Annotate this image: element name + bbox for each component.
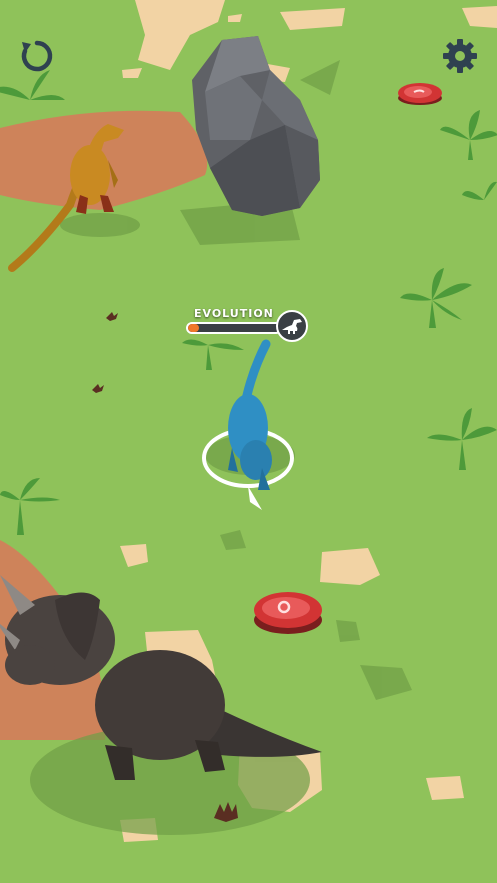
t-rex-silhouette-icon [282,319,302,334]
boulder [192,36,320,216]
settings-button[interactable] [440,36,480,76]
meat-item-top[interactable] [398,83,442,105]
restart-icon [21,40,53,72]
game-scene[interactable]: EVOLUTION [0,0,497,883]
evolution-target-icon [276,310,308,342]
evolution-progress-bar [186,322,282,334]
evolution-progress-fill [188,324,200,332]
player-dino [202,339,294,510]
gear-icon [443,39,477,73]
evolution-label: EVOLUTION [194,307,274,320]
game-world[interactable] [0,0,497,883]
evolution-meter: EVOLUTION [184,307,312,347]
meat-item[interactable] [254,592,322,634]
restart-button[interactable] [17,36,57,76]
